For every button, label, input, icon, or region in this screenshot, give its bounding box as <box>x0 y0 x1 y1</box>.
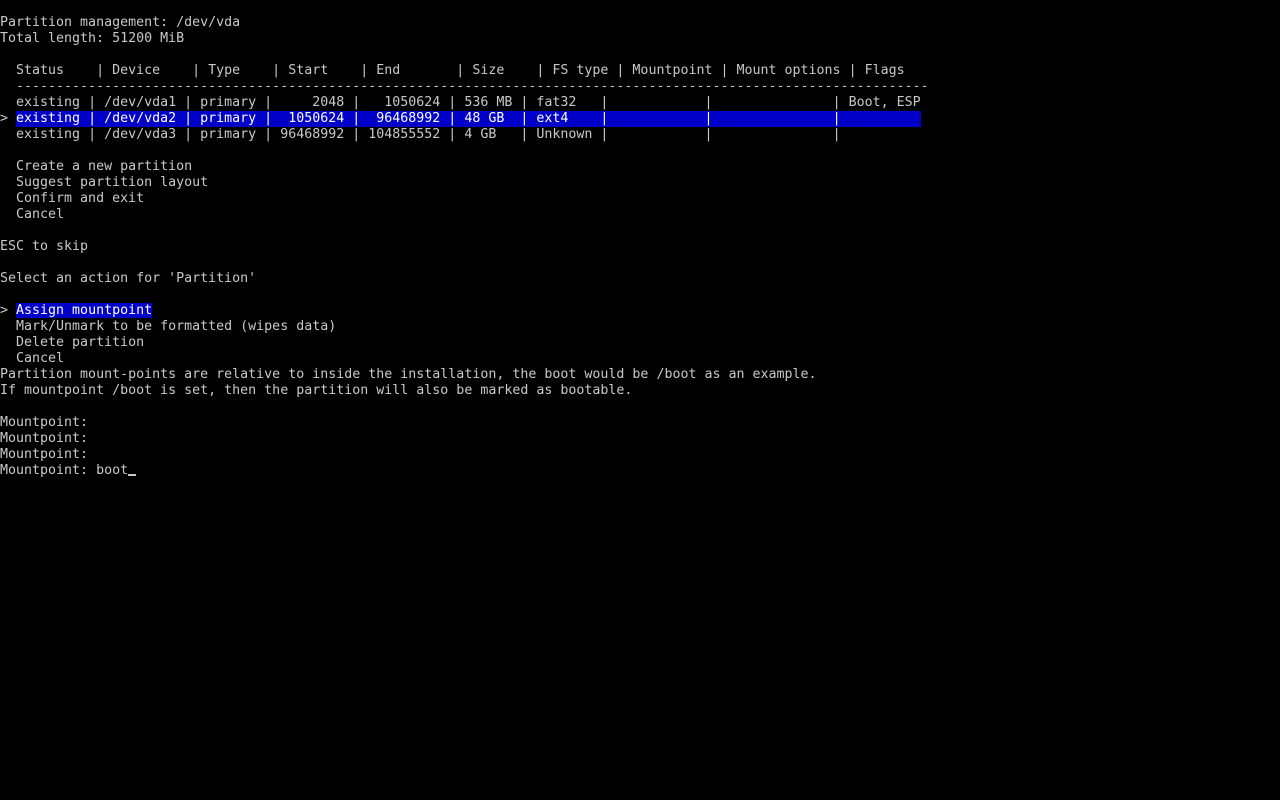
menu-item-cancel[interactable]: Cancel <box>0 207 929 223</box>
row-marker <box>0 95 16 110</box>
info-text: Partition mount-points are relative to i… <box>0 367 817 382</box>
row-marker <box>0 127 16 142</box>
partition-table-header: Status | Device | Type | Start | End | S… <box>0 63 905 78</box>
mountpoint-prompt: Mountpoint: <box>0 447 89 462</box>
partition-table-separator: ----------------------------------------… <box>0 79 929 94</box>
mountpoint-input-line[interactable]: Mountpoint: boot <box>0 463 929 479</box>
esc-hint: ESC to skip <box>0 239 89 254</box>
selection-marker: > <box>0 111 17 126</box>
mountpoint-prompt: Mountpoint: <box>0 415 89 430</box>
action-label: Assign mountpoint <box>16 303 153 318</box>
page-title: Partition management: /dev/vda <box>0 15 241 30</box>
row-text: existing | /dev/vda3 | primary | 9646899… <box>16 127 841 142</box>
disk-total-length: Total length: 51200 MiB <box>0 31 185 46</box>
info-text: If mountpoint /boot is set, then the par… <box>0 383 633 398</box>
action-item-assign-mountpoint[interactable]: > Assign mountpoint <box>0 303 929 319</box>
terminal: Partition management: /dev/vda Total len… <box>0 15 929 479</box>
mountpoint-label: Mountpoint: <box>0 463 97 478</box>
partition-row-selected[interactable]: > existing | /dev/vda2 | primary | 10506… <box>0 111 929 127</box>
row-text: existing | /dev/vda2 | primary | 1050624… <box>16 111 921 127</box>
text-cursor <box>128 474 137 476</box>
mountpoint-prompt: Mountpoint: <box>0 431 89 446</box>
mountpoint-input[interactable]: boot <box>96 463 128 478</box>
action-item-mark-format[interactable]: Mark/Unmark to be formatted (wipes data) <box>0 319 929 335</box>
action-prompt: Select an action for 'Partition' <box>0 271 257 286</box>
action-item-delete-partition[interactable]: Delete partition <box>0 335 929 351</box>
action-item-cancel[interactable]: Cancel <box>0 351 929 367</box>
partition-row[interactable]: existing | /dev/vda3 | primary | 9646899… <box>0 127 929 143</box>
menu-item-create-partition[interactable]: Create a new partition <box>0 159 929 175</box>
menu-item-suggest-layout[interactable]: Suggest partition layout <box>0 175 929 191</box>
partition-row[interactable]: existing | /dev/vda1 | primary | 2048 | … <box>0 95 929 111</box>
menu-item-confirm-exit[interactable]: Confirm and exit <box>0 191 929 207</box>
selection-marker: > <box>0 303 17 318</box>
row-text: existing | /dev/vda1 | primary | 2048 | … <box>16 95 921 110</box>
